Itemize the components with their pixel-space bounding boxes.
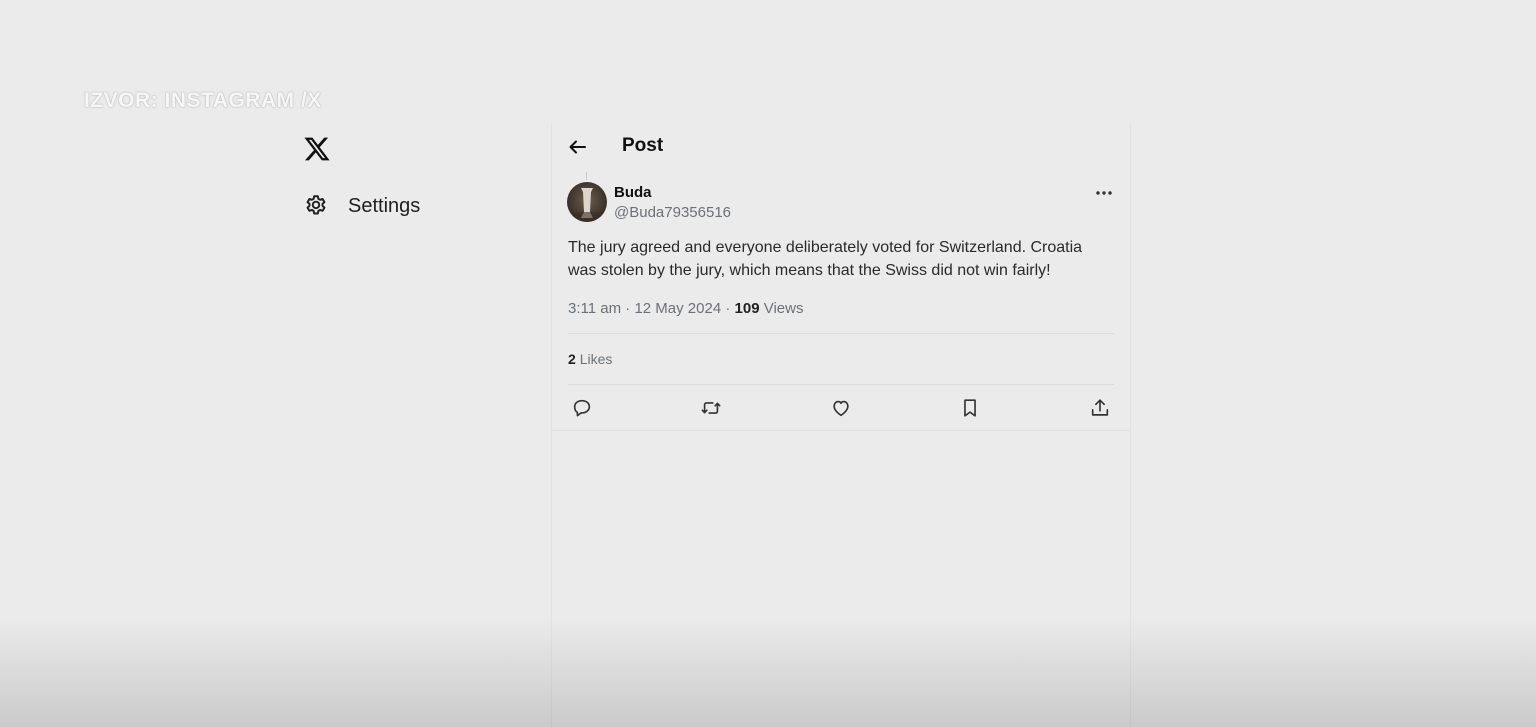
like-button[interactable] bbox=[830, 397, 852, 419]
avatar[interactable] bbox=[567, 182, 607, 222]
divider bbox=[568, 333, 1114, 334]
user-handle[interactable]: @Buda79356516 bbox=[614, 204, 731, 221]
gear-icon bbox=[303, 193, 329, 219]
repost-button[interactable] bbox=[700, 397, 722, 419]
share-button[interactable] bbox=[1089, 397, 1111, 419]
meta-separator: · bbox=[621, 300, 635, 317]
more-options-icon[interactable] bbox=[1094, 186, 1114, 200]
post-date[interactable]: 12 May 2024 bbox=[634, 300, 721, 317]
divider bbox=[568, 384, 1114, 385]
likes-link[interactable]: 2 Likes bbox=[568, 351, 612, 367]
sidebar-item-settings[interactable]: Settings bbox=[303, 192, 420, 220]
thread-connector bbox=[586, 172, 587, 180]
x-logo-icon[interactable] bbox=[303, 135, 331, 163]
page-title: Post bbox=[622, 135, 664, 156]
post-time[interactable]: 3:11 am bbox=[568, 300, 621, 317]
post-text: The jury agreed and everyone deliberatel… bbox=[568, 239, 1083, 279]
bookmark-button[interactable] bbox=[959, 397, 981, 419]
views-label: Views bbox=[763, 300, 804, 317]
post-meta: 3:11 am · 12 May 2024 · 109 Views bbox=[568, 300, 803, 317]
repost-icon bbox=[700, 402, 722, 423]
display-name[interactable]: Buda bbox=[614, 184, 652, 201]
divider bbox=[552, 430, 1130, 431]
post-panel: Post Buda @Buda79356516 The jury agreed … bbox=[551, 124, 1131, 727]
share-icon bbox=[1089, 399, 1111, 423]
back-arrow-icon[interactable] bbox=[568, 137, 588, 157]
like-icon bbox=[830, 400, 852, 423]
source-watermark: IZVOR: INSTAGRAM /X bbox=[84, 89, 322, 112]
likes-count: 2 bbox=[568, 351, 576, 367]
sidebar-item-label: Settings bbox=[348, 194, 421, 217]
likes-label: Likes bbox=[579, 351, 613, 367]
bookmark-icon bbox=[959, 399, 981, 423]
reply-button[interactable] bbox=[571, 397, 593, 419]
reply-icon bbox=[571, 399, 593, 423]
meta-separator: · bbox=[721, 300, 735, 317]
views-count: 109 bbox=[734, 300, 760, 317]
